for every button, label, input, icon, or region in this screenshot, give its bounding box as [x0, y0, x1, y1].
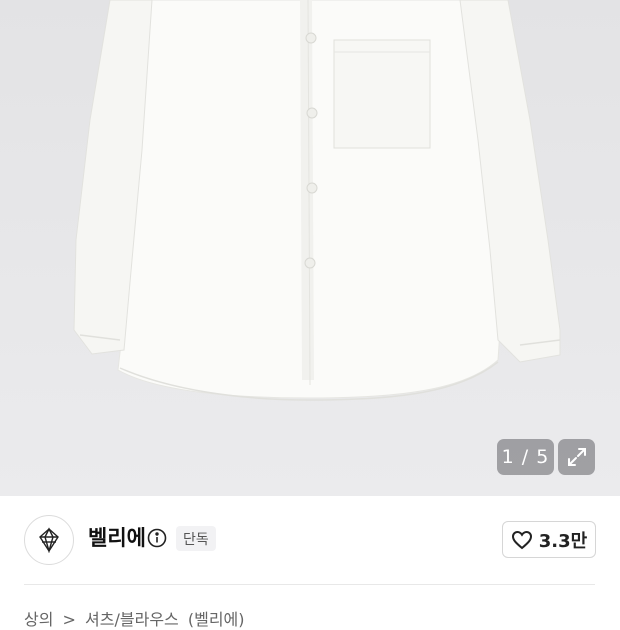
divider: [24, 584, 595, 585]
expand-button[interactable]: [558, 439, 595, 475]
product-image-gallery[interactable]: 1 / 5: [0, 0, 620, 496]
brand-logo-icon: [39, 527, 59, 553]
like-button[interactable]: 3.3만: [502, 521, 596, 558]
seller-row: 벨리에 단독 3.3만: [0, 496, 620, 584]
expand-arrows-icon: [567, 448, 586, 466]
heart-icon: [511, 530, 532, 549]
info-icon[interactable]: [147, 528, 167, 548]
product-image-shirt: [73, 0, 561, 401]
like-count: 3.3만: [538, 530, 588, 552]
brand-name[interactable]: 벨리에: [88, 524, 146, 552]
image-counter: 1 / 5: [497, 439, 554, 475]
brand-avatar[interactable]: [24, 515, 74, 565]
exclusive-badge: 단독: [176, 526, 216, 551]
breadcrumb: 상의 > 셔츠/블라우스 (벨리에): [24, 606, 249, 630]
